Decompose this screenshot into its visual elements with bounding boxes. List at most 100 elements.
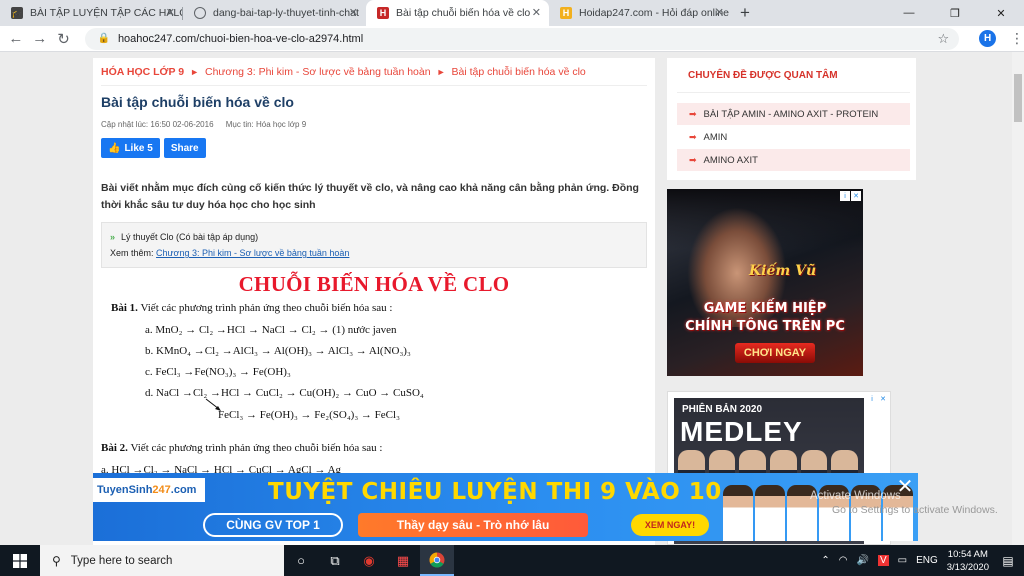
chevron-right-icon: ► xyxy=(190,66,199,77)
brand-part: TuyenSinh xyxy=(97,484,153,496)
cortana-icon[interactable]: ○ xyxy=(284,545,318,576)
ex1-item-d-branch: FeCl₃ → Fe(OH)₃ → Fe₂(SO₄)₃ → FeCl₃ xyxy=(218,409,400,421)
facebook-like-button[interactable]: 👍 Like 5 xyxy=(101,138,160,158)
clock-time: 10:54 AM xyxy=(947,548,988,560)
breadcrumb-chapter[interactable]: Chương 3: Phi kim - Sơ lược về bảng tuần… xyxy=(205,66,431,78)
hoidap-icon: H xyxy=(560,7,572,19)
banner-brand: TuyenSinh 247 .com xyxy=(93,478,205,502)
close-icon[interactable]: ✕ xyxy=(715,6,724,19)
search-placeholder: Type here to search xyxy=(70,554,173,567)
category: Mục tin: Hóa học lớp 9 xyxy=(225,120,307,129)
tab-halogen[interactable]: 🎓 BÀI TẬP LUYỆN TẬP CÁC HALOGEN ✕ xyxy=(0,0,183,26)
minimize-button[interactable]: — xyxy=(886,0,932,26)
vietkey-icon[interactable]: V xyxy=(877,555,889,566)
adchoices[interactable]: i ✕ xyxy=(840,191,861,201)
ad-title: MEDLEY xyxy=(680,416,803,447)
search-icon: ⚲ xyxy=(52,553,61,568)
close-icon[interactable]: ✕ xyxy=(878,394,888,404)
banner-slogan: Thầy dạy sâu - Trò nhớ lâu xyxy=(358,513,588,537)
close-icon[interactable]: ✕ xyxy=(166,6,175,19)
ad-edition: PHIÊN BẢN 2020 xyxy=(682,404,763,415)
lock-icon: 🔒 xyxy=(97,33,110,44)
back-button[interactable]: ← xyxy=(4,27,28,51)
page-viewport: HÓA HỌC LỚP 9 ► Chương 3: Phi kim - Sơ l… xyxy=(0,52,1024,545)
breadcrumb-root[interactable]: HÓA HỌC LỚP 9 xyxy=(101,66,184,78)
bookmark-star-icon[interactable]: ☆ xyxy=(937,31,949,47)
arrow-right-icon: ➡ xyxy=(689,131,697,142)
sidebar-item-amin[interactable]: ➡ AMIN xyxy=(677,126,910,148)
see-more-label: Xem thêm: xyxy=(110,248,154,258)
windows-taskbar: ⚲ Type here to search ○ ⧉ ◉ ▦ ⌃ ◠ 🔊 V ▭ … xyxy=(0,545,1024,576)
restore-button[interactable]: ❐ xyxy=(932,0,978,26)
reload-button[interactable]: ↻ xyxy=(52,27,76,51)
new-tab-button[interactable]: + xyxy=(732,0,758,26)
browser-tab-strip: 🎓 BÀI TẬP LUYỆN TẬP CÁC HALOGEN ✕ dang-b… xyxy=(0,0,1024,26)
close-icon[interactable]: ✕ xyxy=(349,6,358,19)
tab-hoidap[interactable]: H Hoidap247.com - Hỏi đáp online ✕ xyxy=(549,0,732,26)
taskbar-search[interactable]: ⚲ Type here to search xyxy=(40,545,284,576)
task-view-icon[interactable]: ⧉ xyxy=(318,545,352,576)
adchoices[interactable]: i ✕ xyxy=(867,394,888,404)
game-app-icon[interactable]: ◉ xyxy=(352,545,386,576)
ex1-item-c: c. FeCl₃ →Fe(NO₃)₃ → Fe(OH)₃ xyxy=(145,366,291,378)
profile-avatar[interactable]: H xyxy=(979,30,997,47)
address-bar[interactable]: 🔒 hoahoc247.com/chuoi-bien-hoa-ve-clo-a2… xyxy=(85,27,960,50)
related-link[interactable]: Lý thuyết Clo (Có bài tập áp dụng) xyxy=(121,232,258,242)
clock[interactable]: 10:54 AM 3/13/2020 xyxy=(947,548,989,574)
chrome-icon[interactable] xyxy=(420,545,454,576)
system-tray: ⌃ ◠ 🔊 V ▭ ENG 10:54 AM 3/13/2020 ▤ xyxy=(821,545,1024,576)
ad-line-2: CHÍNH TÔNG TRÊN PC xyxy=(685,319,845,334)
sidebar-item-amin-protein[interactable]: ➡ BÀI TẬP AMIN - AMINO AXIT - PROTEIN xyxy=(677,103,910,125)
article-meta: Cập nhật lúc: 16:50 02-06-2016 Mục tin: … xyxy=(101,120,647,129)
chevron-right-icon: ► xyxy=(436,66,446,77)
url-text: hoahoc247.com/chuoi-bien-hoa-ve-clo-a297… xyxy=(117,32,364,45)
close-icon[interactable]: ✕ xyxy=(532,6,541,19)
game-ad[interactable]: Kiếm Vũ GAME KIẾM HIỆP CHÍNH TÔNG TRÊN P… xyxy=(667,189,863,376)
banner-cta-button[interactable]: XEM NGAY! xyxy=(631,514,709,536)
sidebar-item-amino-axit[interactable]: ➡ AMINO AXIT xyxy=(677,149,910,171)
app-icon[interactable]: ▦ xyxy=(386,545,420,576)
battery-icon[interactable]: ▭ xyxy=(898,555,907,566)
content-headline: CHUỖI BIẾN HÓA VỀ CLO xyxy=(238,272,510,296)
sidebar-item-label: AMIN xyxy=(703,131,728,143)
start-button[interactable] xyxy=(0,545,40,576)
close-icon[interactable]: ✕ xyxy=(851,191,861,201)
tab-ly-thuyet[interactable]: dang-bai-tap-ly-thuyet-tinh-chat ✕ xyxy=(183,0,366,26)
brand-number: 247 xyxy=(152,484,171,496)
updated-time: Cập nhật lúc: 16:50 02-06-2016 xyxy=(101,120,214,129)
tuyensinh-banner[interactable]: TuyenSinh 247 .com TUYỆT CHIÊU LUYỆN THI 9… xyxy=(93,473,918,541)
info-icon[interactable]: i xyxy=(867,394,877,404)
browser-toolbar: ← → ↻ 🔒 hoahoc247.com/chuoi-bien-hoa-ve-… xyxy=(0,26,1024,52)
close-window-button[interactable]: ✕ xyxy=(978,0,1024,26)
ex1-item-d: d. NaCl →Cl₂ →HCl → CuCl₂ → Cu(OH)₂ → Cu… xyxy=(145,387,424,399)
sidebar-title: CHUYÊN ĐỀ ĐƯỢC QUAN TÂM xyxy=(688,70,838,81)
chevron-up-icon[interactable]: ⌃ xyxy=(821,555,829,566)
menu-kebab-icon[interactable]: ⋮ xyxy=(1010,30,1024,47)
page-scrollbar[interactable] xyxy=(1012,52,1024,545)
volume-icon[interactable]: 🔊 xyxy=(856,555,868,566)
divider xyxy=(677,92,910,93)
wifi-icon[interactable]: ◠ xyxy=(839,555,848,566)
scrollbar-thumb[interactable] xyxy=(1014,74,1022,122)
ex1-item-a: a. MnO₂ → Cl₂ →HCl → NaCl → Cl₂ → (1) nư… xyxy=(145,324,397,336)
tab-title: BÀI TẬP LUYỆN TẬP CÁC HALOGEN xyxy=(30,7,183,19)
window-controls: — ❐ ✕ xyxy=(886,0,1024,26)
language-indicator[interactable]: ENG xyxy=(916,555,938,566)
info-icon[interactable]: i xyxy=(840,191,850,201)
article-column: HÓA HỌC LỚP 9 ► Chương 3: Phi kim - Sơ l… xyxy=(93,58,655,545)
facebook-share-button[interactable]: Share xyxy=(163,138,206,158)
forward-button[interactable]: → xyxy=(28,27,52,51)
clock-date: 3/13/2020 xyxy=(946,561,989,573)
graduation-cap-icon: 🎓 xyxy=(11,7,23,19)
ad-play-button[interactable]: CHƠI NGAY xyxy=(735,343,815,363)
notification-icon[interactable]: ▤ xyxy=(998,545,1018,576)
see-more-link[interactable]: Chương 3: Phi kim - Sơ lược về bảng tuần… xyxy=(156,248,349,258)
sidebar-item-label: AMINO AXIT xyxy=(703,154,758,166)
social-buttons: 👍 Like 5 Share xyxy=(101,138,647,158)
banner-teacher-pill: CÙNG GV TOP 1 xyxy=(203,513,343,537)
breadcrumb-current[interactable]: Bài tập chuỗi biến hóa về clo xyxy=(451,66,585,78)
ad-line-1: GAME KIẾM HIỆP xyxy=(703,301,827,316)
page-title: Bài tập chuỗi biến hóa về clo xyxy=(101,94,294,110)
sidebar-item-label: BÀI TẬP AMIN - AMINO AXIT - PROTEIN xyxy=(703,108,879,120)
tab-chuoi-bien-hoa[interactable]: H Bài tập chuỗi biến hóa về clo ✕ xyxy=(366,0,549,26)
